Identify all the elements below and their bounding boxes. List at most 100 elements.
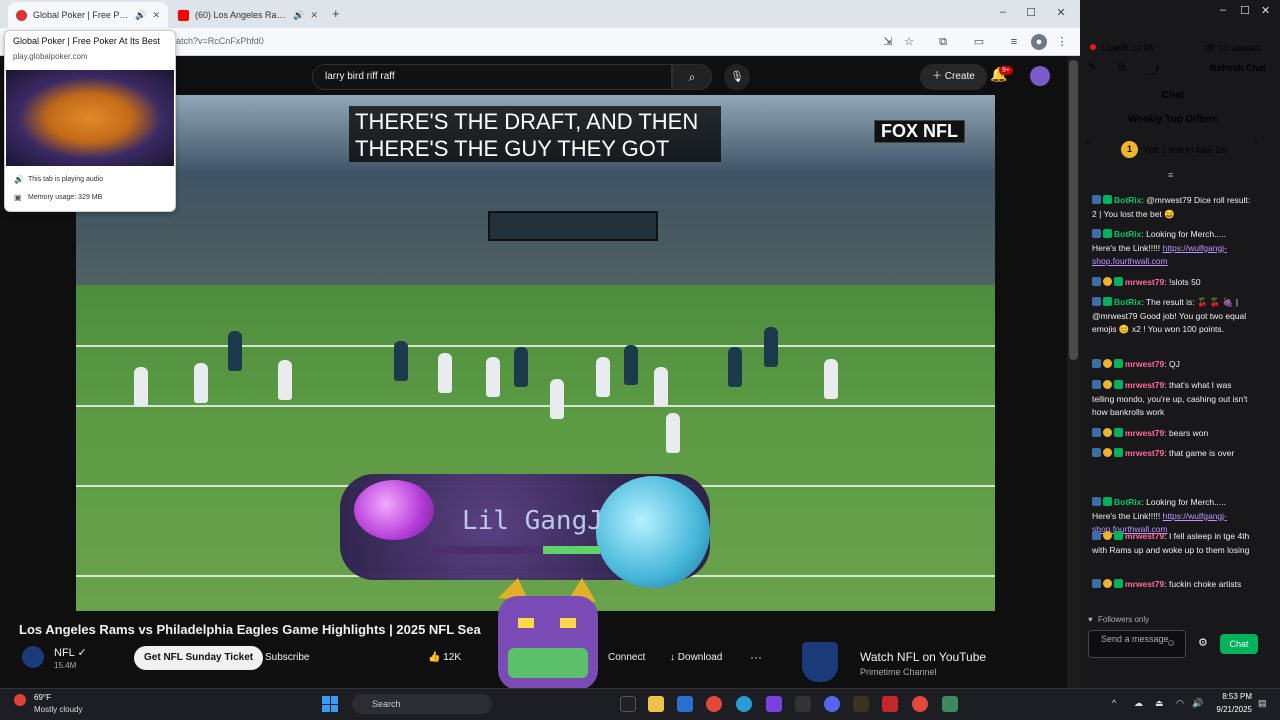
chat-close-icon[interactable]: ✕ — [1261, 4, 1270, 17]
weather-temperature[interactable]: 69°F — [34, 693, 51, 702]
close-tab-icon[interactable]: ✕ — [152, 10, 160, 21]
viewer-count: 13 viewers — [1218, 43, 1262, 53]
scrollbar-thumb[interactable] — [1069, 60, 1078, 360]
maximize-icon[interactable]: ☐ — [1021, 6, 1041, 19]
chrome-profile-icon[interactable] — [912, 696, 928, 712]
volume-icon[interactable]: 🔊 — [1192, 698, 1203, 709]
browser-menu-icon[interactable]: ⋮ — [1054, 34, 1070, 50]
edit-icon[interactable]: ✎ — [1088, 62, 1096, 73]
sunday-ticket-button[interactable]: Get NFL Sunday Ticket — [134, 646, 264, 670]
sub-badge-icon — [1103, 277, 1112, 286]
chat-username[interactable]: mrwest79 — [1125, 359, 1164, 369]
popout-icon[interactable]: ⧉ — [1118, 62, 1125, 73]
gift-sub-link[interactable]: Gift 1 sub to take 1st — [1145, 145, 1228, 155]
tray-usb-icon[interactable]: ⏏ — [1155, 698, 1164, 709]
url-field[interactable]: atch?v=RcCnFxPhfd0 — [176, 36, 264, 46]
extensions-icon[interactable]: ⧉ — [935, 34, 951, 50]
media-icon[interactable]: ≡ — [1006, 34, 1022, 50]
game-app-icon[interactable] — [853, 696, 869, 712]
clock-date[interactable]: 9/21/2025 — [1206, 705, 1252, 714]
chat-text: fuckin choke artists — [1168, 579, 1242, 589]
chat-username[interactable]: mrwest79 — [1125, 277, 1164, 287]
red-app-icon[interactable] — [882, 696, 898, 712]
subscribe-button[interactable]: Subscribe — [257, 646, 317, 670]
windows-start-icon[interactable] — [322, 696, 338, 712]
connect-button[interactable]: Connect — [600, 646, 653, 670]
store-app-icon[interactable] — [677, 696, 693, 712]
chat-username[interactable]: BotRix — [1114, 195, 1141, 205]
notification-center-icon[interactable]: ▤ — [1258, 698, 1267, 709]
channel-name[interactable]: NFL ✓ — [54, 646, 87, 659]
top-gifters-header: Weekly Top Gifters — [1128, 114, 1218, 125]
install-icon[interactable]: ⇲ — [880, 34, 896, 50]
chat-username[interactable]: mrwest79 — [1125, 448, 1164, 458]
gift-rank-badge: 1 — [1121, 141, 1138, 158]
file-explorer-icon[interactable] — [648, 696, 664, 712]
share-icon[interactable]: ⤴ — [1150, 62, 1160, 77]
chat-username[interactable]: BotRix — [1114, 497, 1141, 507]
like-button[interactable]: 👍 12K — [420, 646, 469, 670]
split-view-icon[interactable]: ▭ — [971, 34, 987, 50]
nfl-channel-logo[interactable] — [22, 646, 44, 668]
chat-settings-gear-icon[interactable]: ⚙ — [1198, 636, 1208, 649]
bookmark-star-icon[interactable]: ☆ — [901, 34, 917, 50]
gifters-next-icon[interactable]: › — [1254, 135, 1258, 147]
download-button[interactable]: ↓ Download — [662, 646, 730, 670]
send-chat-button[interactable]: Chat — [1220, 634, 1258, 654]
promo-subtitle: Primetime Channel — [860, 667, 937, 677]
audio-icon[interactable]: 🔊 — [293, 10, 304, 21]
chat-badge-icon — [1114, 579, 1123, 588]
chat-message: mrwest79: QJ — [1092, 358, 1252, 372]
refresh-chat-button[interactable]: Refresh Chat — [1210, 63, 1266, 73]
app-4k-icon[interactable] — [795, 696, 811, 712]
chat-badge-icon — [1114, 380, 1123, 389]
promo-title[interactable]: Watch NFL on YouTube — [860, 650, 986, 664]
weather-condition[interactable]: Mostly cloudy — [34, 705, 82, 714]
profile-avatar-icon[interactable]: ● — [1031, 34, 1047, 50]
chat-username[interactable]: mrwest79 — [1125, 531, 1164, 541]
clock-time[interactable]: 8:53 PM — [1218, 692, 1252, 701]
youtube-favicon-icon — [178, 9, 189, 21]
chat-username[interactable]: mrwest79 — [1125, 579, 1164, 589]
search-icon[interactable]: ⌕ — [672, 64, 712, 90]
chrome-icon[interactable] — [706, 696, 722, 712]
tiktok-app-icon[interactable] — [620, 696, 636, 712]
weather-icon[interactable] — [14, 694, 26, 706]
microphone-icon[interactable]: 🎙 — [724, 64, 750, 90]
live-time: 05:14:06 — [1118, 43, 1154, 53]
close-window-icon[interactable]: ✕ — [1051, 6, 1071, 19]
audio-icon[interactable]: 🔊 — [135, 10, 146, 21]
wifi-icon[interactable]: ◠ — [1176, 698, 1184, 709]
discord-icon[interactable] — [824, 696, 840, 712]
chat-username[interactable]: mrwest79 — [1125, 380, 1164, 390]
tray-cloud-icon[interactable]: ☁ — [1134, 698, 1143, 709]
new-tab-icon[interactable]: + — [332, 6, 340, 21]
broadcaster-logo: FOX NFL — [874, 120, 965, 143]
create-button[interactable]: ＋ Create — [920, 64, 987, 90]
emoji-icon[interactable]: ☺ — [1166, 638, 1176, 649]
minimize-icon[interactable]: – — [993, 6, 1013, 18]
tray-chevron-icon[interactable]: ^ — [1112, 698, 1116, 708]
close-tab-icon[interactable]: ✕ — [310, 10, 318, 21]
live-status: Live05:14:06 — [1102, 43, 1154, 53]
chat-username[interactable]: BotRix — [1114, 297, 1141, 307]
account-avatar[interactable] — [1030, 66, 1050, 86]
sub-badge-icon — [1103, 428, 1112, 437]
chat-filter-icon[interactable]: ≡ — [1168, 170, 1173, 180]
gifters-prev-icon[interactable]: ‹ — [1086, 135, 1090, 147]
chat-minimize-icon[interactable]: – — [1220, 4, 1226, 16]
more-actions-icon[interactable]: ··· — [744, 646, 768, 670]
chat-username[interactable]: BotRix — [1114, 229, 1141, 239]
chat-maximize-icon[interactable]: ☐ — [1240, 4, 1250, 17]
search-input[interactable]: larry bird riff raff — [312, 64, 672, 90]
chat-username[interactable]: mrwest79 — [1125, 428, 1164, 438]
twitch-app-icon[interactable] — [766, 696, 782, 712]
tab-youtube-video[interactable]: (60) Los Angeles Rams vs Philadelphia Ea… — [170, 2, 326, 28]
nfl-shield-logo[interactable] — [802, 642, 838, 682]
verified-bot-badge-icon — [1103, 297, 1112, 306]
download-label: Download — [677, 652, 723, 663]
green-app-icon[interactable] — [942, 696, 958, 712]
taskbar-search[interactable]: Search — [352, 694, 492, 714]
edge-icon[interactable] — [736, 696, 752, 712]
tab-global-poker[interactable]: Global Poker | Free Poker At Its Best 🔊 … — [8, 2, 168, 28]
